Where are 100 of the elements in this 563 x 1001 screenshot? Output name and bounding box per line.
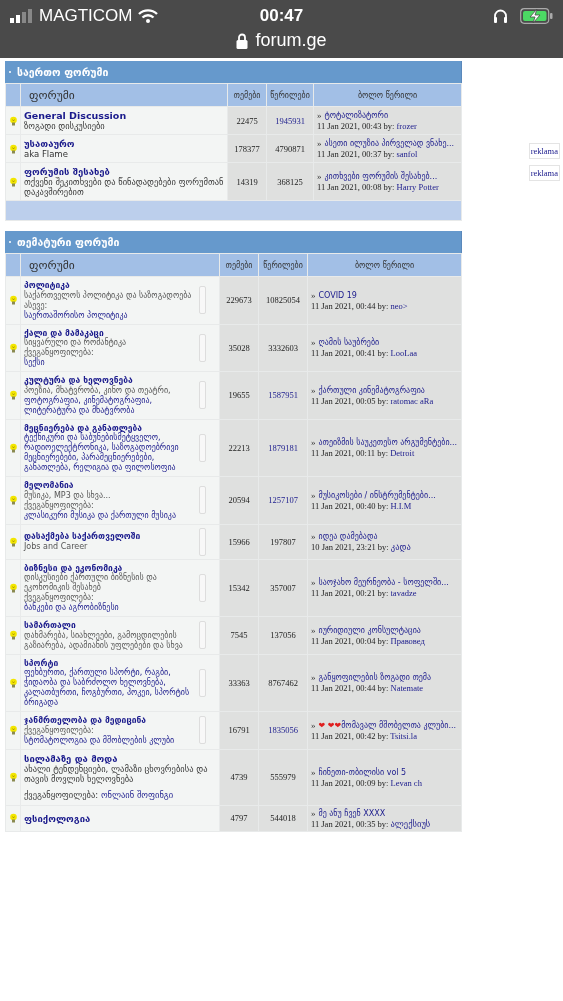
arrow-icon: » [317,171,322,181]
lightbulb-icon [9,495,17,506]
forum-title[interactable]: კულტურა და ხელოვნება [24,375,196,386]
lightbulb-icon [9,115,17,126]
ad-link[interactable]: reklama [528,143,560,159]
post-count[interactable]: 1945931 [267,107,313,134]
last-post-link[interactable]: ❤ ❤❤მომავალ მშობელთა კლუბი... [318,720,457,730]
post-count[interactable]: 1587951 [259,372,307,419]
signal-icon [10,9,34,23]
author-link[interactable]: tavadze [390,588,417,599]
arrow-icon: » [311,384,316,395]
forum-title[interactable]: სილამაზე და მოდა [24,752,217,764]
forum-description: Jobs and Career [24,541,89,552]
forum-title[interactable]: ბიზნესი და ეკონომიკა [24,562,196,573]
subforum-link[interactable]: ბანკები და აგრობიზნესი [24,603,196,613]
last-post-link[interactable]: საოჯახო მეურნეობა - სოფელში... [318,578,449,588]
arrow-icon: » [311,489,316,500]
blank-frame [199,716,206,745]
post-count[interactable]: 1257107 [259,477,307,524]
last-post-link[interactable]: ათეიზმის საუკეთესო არგუმენტები... [318,438,458,448]
subforum-link[interactable]: სექსი [24,358,196,368]
column-header: ბოლო წერილი [308,254,461,276]
post-date: 11 Jan 2021, 00:05 by: [311,395,390,406]
topic-count: 7545 [220,617,258,654]
last-post-link[interactable]: მე ანუ ჩვენ XXXX [318,808,386,818]
header-cell [6,254,20,276]
blank-frame [199,286,206,315]
author-link[interactable]: neo> [390,300,408,311]
header-cell [6,84,20,106]
last-post-link[interactable]: ტოტალიზატორი [324,111,389,120]
last-post-link[interactable]: განყოფილების ზოგადი თემა [318,673,432,683]
author-link[interactable]: Detroit [390,448,415,459]
author-link[interactable]: sanfol [396,149,418,159]
author-link[interactable]: კადა [390,542,411,552]
column-header: თემები [220,254,258,276]
author-link[interactable]: Harry Potter [396,182,439,192]
subforum-link[interactable]: ტექნიკური და საბუნებისმეტყველო, რადიოელექტრონიკა, საზოგადოებრივი მეცნიერებები, პარამეცნიერებები, განათლება, რელიგია და ფილოსოფია [24,433,196,473]
arrow-icon: » [311,672,316,683]
lightbulb-icon [9,342,17,353]
forum-title[interactable]: General Discussion [24,110,127,121]
author-link[interactable]: frozer [396,121,417,131]
last-post-link[interactable]: იურიდიული კონსულტაცია [318,625,421,635]
author-link[interactable]: LooLaa [390,348,417,359]
forum-description: ახალი ტენდენციები, ლამაზი ცხოვრებისა და თავის მოვლის ხელოვნება [24,763,209,784]
last-post-link[interactable]: ასეთი ილუზია პირველად ვნახე... [324,139,455,148]
subforum-link[interactable]: კლასიკური მუსიკა და ქართული მუსიკა [24,510,196,521]
forum-title[interactable]: უსათაურო [24,138,75,149]
last-post-link[interactable]: ჩინეთი-თბილისი vol 5 [318,767,407,777]
author-link[interactable]: Levan ch [390,777,422,788]
forum-title[interactable]: ფსიქოლოგია [24,812,91,824]
post-count: 3332603 [259,324,307,371]
post-date: 11 Jan 2021, 00:35 by: [311,818,390,829]
subforum-link[interactable]: ფეხბურთი, ქართული სპორტი, რაგბი, ჭიდაობა და საბრძოლო ხელოვნება, კალათბურთი, ჩოგბურთი, ჰოკეი, სპორტის ბრიგადა [24,668,196,708]
subforum-link[interactable]: ფოტოგრაფია, კინემატოგრაფია, ლიტერატურა და მხატვრობა [24,395,196,416]
last-post-link[interactable]: COVID 19 [318,290,357,300]
blank-frame [199,433,206,462]
blank-frame [199,381,206,410]
topic-count: 33363 [220,654,258,711]
post-date: 11 Jan 2021, 00:04 by: [311,635,390,646]
author-link[interactable]: Правовед [390,635,425,646]
post-date: 11 Jan 2021, 00:44 by: [311,683,390,694]
last-post-link[interactable]: ქართული კინემატოგრაფია [318,385,425,395]
forum-title[interactable]: მელომანია [24,480,196,491]
post-count[interactable]: 1879181 [259,419,307,476]
last-post-link[interactable]: მუსიკოსები / ინსტრუმენტები... [318,490,436,500]
subforum-link[interactable]: ონლაინ შოფინგი [100,789,174,800]
last-post-link[interactable]: ღამის საუბრები [318,338,380,348]
column-header: წერილები [267,84,313,106]
post-date: 11 Jan 2021, 00:21 by: [311,588,390,599]
forum-title[interactable]: სამართალი [24,620,196,631]
post-date: 11 Jan 2021, 00:09 by: [311,777,390,788]
post-date: 11 Jan 2021, 00:11 by: [311,448,390,459]
author-link[interactable]: Natemate [390,683,424,694]
post-count[interactable]: 1835056 [259,712,307,749]
author-link[interactable]: H.I.M [390,500,412,511]
forum-title[interactable]: ქალი და მამაკაცი [24,327,196,338]
forum-title[interactable]: სპორტი [24,657,196,668]
forum-title[interactable]: ფორუმის შესახებ [24,166,225,177]
author-link[interactable]: Tsitsi.la [390,730,417,741]
ad-link[interactable]: reklama [528,165,560,181]
last-post-link[interactable]: კითხვები ფორუმის შესახებ... [324,172,438,181]
forum-description: სიყვარული და რომანტიკა [24,338,128,348]
author-link[interactable]: ალექსიუს [390,818,431,829]
forum-description: დახმარება, სიახლეები, გამოცდილების გაზიარება, ადამიანის უფლებები და სხვა [24,630,184,651]
subforum-link[interactable]: საერთაშორისო პოლიტიკა [24,310,196,321]
url-text[interactable]: forum.ge [255,30,327,51]
lock-icon [236,32,249,49]
forum-title[interactable]: დასაქმება საქართველოში [24,531,196,542]
author-link[interactable]: ratomac aRa [390,395,434,406]
forum-description: თქვენი შეკითხვები და წინადადებები ფორუმთან დაკავშირებით [24,177,225,197]
forum-title[interactable]: პოლიტიკა [24,280,196,291]
forum-title[interactable]: მეცნიერება და განათლება [24,422,196,433]
arrow-icon: » [311,807,316,818]
column-header: ფორუმი [21,84,227,106]
subforum-link[interactable]: სტომატოლოგია და მშობლების კლუბი [24,735,196,746]
last-post-link[interactable]: იდეა დამებადა [318,532,378,541]
arrow-icon: » [311,719,316,730]
arrow-icon: » [311,437,316,448]
arrow-icon: » [311,289,316,300]
forum-title[interactable]: ჯანმრთელობა და მედიცინა [24,715,196,726]
